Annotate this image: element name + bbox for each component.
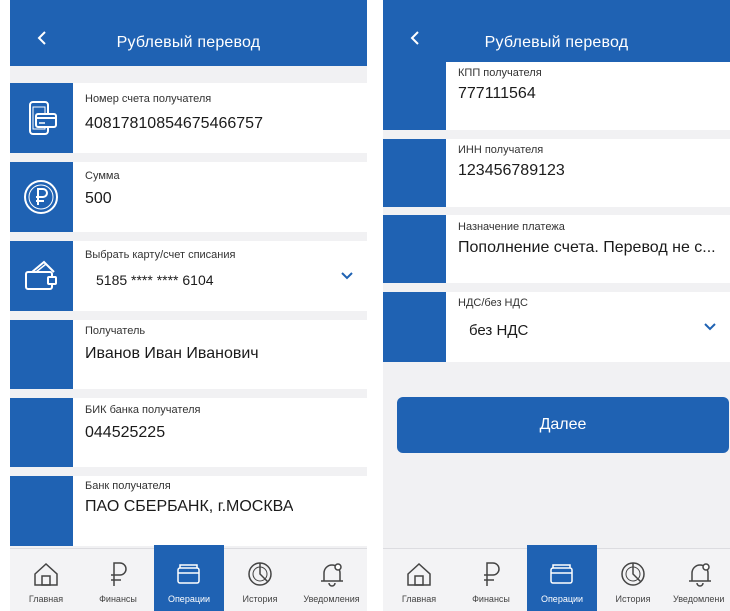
wallet-card-icon xyxy=(25,260,57,290)
field-icon-tile xyxy=(10,398,73,467)
field-icon-tile xyxy=(10,83,73,153)
inn-field[interactable]: ИНН получателя 123456789123 xyxy=(383,139,730,207)
ruble-icon xyxy=(484,562,500,586)
field-value: 044525225 xyxy=(85,424,166,441)
home-icon xyxy=(34,562,58,586)
tab-label: Финансы xyxy=(472,594,510,604)
field-label: ИНН получателя xyxy=(458,144,544,156)
amount-field[interactable]: Сумма 500 xyxy=(10,162,367,232)
field-value: 777111564 xyxy=(458,85,536,102)
bank-field[interactable]: Банк получателя ПАО СБЕРБАНК, г.МОСКВА xyxy=(10,476,367,546)
tab-finance[interactable]: Финансы xyxy=(82,549,154,611)
app-header: Рублевый перевод xyxy=(10,0,367,66)
field-label: Сумма xyxy=(85,170,120,182)
field-icon-tile xyxy=(10,162,73,232)
transfer-form-screen-1: Рублевый перевод Номер счета получателя … xyxy=(10,0,367,611)
field-label: Получатель xyxy=(85,325,146,337)
field-value: 123456789123 xyxy=(458,162,565,179)
field-value: 500 xyxy=(85,190,112,207)
field-value: 5185 **** **** 6104 xyxy=(96,272,214,288)
field-label: Выбрать карту/счет списания xyxy=(85,249,236,261)
transfer-form-screen-2: Рублевый перевод КПП получателя 77711156… xyxy=(383,0,730,611)
tab-notifications[interactable]: Уведомления xyxy=(296,549,367,611)
bell-icon xyxy=(688,563,711,587)
pie-chart-icon xyxy=(621,562,645,586)
wallet-icon xyxy=(177,564,200,584)
tab-label: Главная xyxy=(401,594,437,604)
tab-label: Главная xyxy=(28,594,64,604)
field-icon-tile xyxy=(383,215,446,283)
field-icon-tile xyxy=(10,476,73,546)
tab-label: Уведомления xyxy=(303,594,360,604)
chevron-down-icon xyxy=(704,323,716,331)
field-label: БИК банка получателя xyxy=(85,404,201,416)
field-label: КПП получателя xyxy=(458,67,542,79)
field-value: Пополнение счета. Перевод не с... xyxy=(458,239,716,256)
card-select-field[interactable]: Выбрать карту/счет списания 5185 **** **… xyxy=(10,241,367,311)
field-label: Банк получателя xyxy=(85,480,171,492)
field-icon-tile xyxy=(10,241,73,311)
page-title: Рублевый перевод xyxy=(484,34,629,51)
tab-notifications[interactable]: Уведомлени xyxy=(669,549,730,611)
field-icon-tile xyxy=(383,62,446,130)
tab-finance[interactable]: Финансы xyxy=(455,549,527,611)
next-button[interactable]: Далее xyxy=(397,397,729,453)
tab-label: История xyxy=(615,594,651,604)
home-icon xyxy=(407,562,431,586)
field-label: Номер счета получателя xyxy=(85,93,212,105)
tab-operations[interactable]: Операции xyxy=(527,545,597,611)
app-header: Рублевый перевод xyxy=(383,0,730,66)
bell-icon xyxy=(320,563,343,587)
field-label: НДС/без НДС xyxy=(458,297,528,309)
pie-chart-icon xyxy=(248,562,272,586)
field-value: 40817810854675466757 xyxy=(85,115,263,132)
bik-field[interactable]: БИК банка получателя 044525225 xyxy=(10,398,367,467)
chevron-down-icon xyxy=(341,272,353,280)
field-icon-tile xyxy=(383,139,446,207)
field-label: Назначение платежа xyxy=(458,221,565,233)
field-icon-tile xyxy=(383,292,446,362)
tab-operations[interactable]: Операции xyxy=(154,545,224,611)
recipient-field[interactable]: Получатель Иванов Иван Иванович xyxy=(10,320,367,389)
tab-label: История xyxy=(242,594,278,604)
wallet-icon xyxy=(550,564,573,584)
field-icon-tile xyxy=(10,320,73,389)
tab-label: Операции xyxy=(167,594,211,604)
tab-label: Финансы xyxy=(99,594,137,604)
tab-home[interactable]: Главная xyxy=(383,549,455,611)
ruble-coin-icon xyxy=(24,180,58,214)
tab-label: Уведомлени xyxy=(673,594,725,604)
account-number-field[interactable]: Номер счета получателя 40817810854675466… xyxy=(10,83,367,153)
tab-home[interactable]: Главная xyxy=(10,549,82,611)
vat-select-field[interactable]: НДС/без НДС без НДС xyxy=(383,292,730,362)
field-value: ПАО СБЕРБАНК, г.МОСКВА xyxy=(85,498,294,515)
field-value: Иванов Иван Иванович xyxy=(85,345,259,362)
kpp-field[interactable]: КПП получателя 777111564 xyxy=(383,62,730,130)
field-value: без НДС xyxy=(469,322,529,339)
payment-purpose-field[interactable]: Назначение платежа Пополнение счета. Пер… xyxy=(383,215,730,283)
tab-history[interactable]: История xyxy=(597,549,669,611)
ruble-icon xyxy=(111,562,127,586)
phone-card-icon xyxy=(29,101,57,135)
tab-history[interactable]: История xyxy=(224,549,296,611)
tab-label: Операции xyxy=(540,594,584,604)
page-title: Рублевый перевод xyxy=(116,34,261,51)
bottom-tab-bar: Главная Финансы Операции История Уведомл… xyxy=(383,545,730,611)
bottom-tab-bar: Главная Финансы Операции История Уведомл… xyxy=(10,545,367,611)
